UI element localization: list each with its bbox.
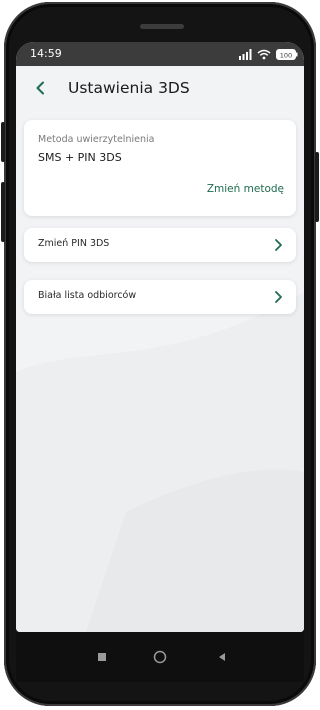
- auth-method-value: SMS + PIN 3DS: [38, 151, 122, 164]
- chevron-left-icon: [36, 81, 44, 95]
- recent-apps-icon: [98, 653, 106, 661]
- change-method-link[interactable]: Zmień metodę: [207, 183, 284, 195]
- header: Ustawienia 3DS: [16, 66, 304, 112]
- back-icon: [219, 653, 225, 661]
- nav-back-button[interactable]: [212, 647, 232, 667]
- status-time: 14:59: [30, 47, 62, 60]
- menu-item-label: Biała lista odbiorców: [38, 290, 137, 301]
- app-screen: 14:59 100 Ustawienia 3DS Metoda uwierzyt…: [16, 42, 304, 632]
- menu-item-change-pin[interactable]: Zmień PIN 3DS: [24, 228, 296, 262]
- power-button: [315, 152, 319, 222]
- auth-method-label: Metoda uwierzytelnienia: [38, 134, 155, 145]
- status-bar: 14:59 100: [16, 42, 304, 66]
- earpiece-speaker: [140, 24, 184, 29]
- wifi-icon: [257, 49, 271, 59]
- home-button[interactable]: [150, 647, 170, 667]
- page-title: Ustawienia 3DS: [68, 79, 190, 97]
- battery-level: 100: [280, 51, 292, 59]
- signal-icon: [239, 48, 252, 60]
- chevron-right-icon: [275, 291, 282, 303]
- battery-icon: 100: [276, 48, 298, 60]
- recent-apps-button[interactable]: [92, 647, 112, 667]
- menu-item-label: Zmień PIN 3DS: [38, 238, 110, 249]
- volume-button: [1, 182, 5, 242]
- volume-button: [1, 122, 5, 162]
- auth-method-card: Metoda uwierzytelnienia SMS + PIN 3DS Zm…: [24, 120, 296, 216]
- home-icon: [153, 650, 167, 664]
- back-button[interactable]: [30, 78, 50, 98]
- chevron-right-icon: [275, 239, 282, 251]
- system-nav-bar: [16, 632, 304, 682]
- menu-item-whitelist[interactable]: Biała lista odbiorców: [24, 280, 296, 314]
